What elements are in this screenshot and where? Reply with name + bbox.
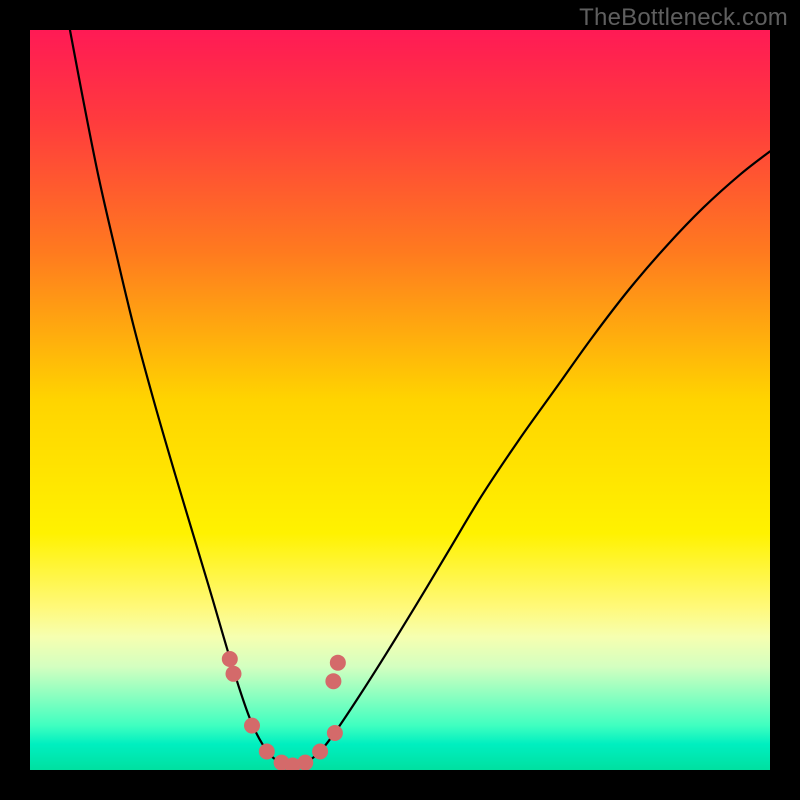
marker-8 xyxy=(327,725,343,741)
chart-frame: TheBottleneck.com xyxy=(0,0,800,800)
marker-6 xyxy=(297,755,313,770)
gradient-background xyxy=(30,30,770,770)
marker-10 xyxy=(330,655,346,671)
watermark-label: TheBottleneck.com xyxy=(579,4,788,32)
marker-1 xyxy=(226,666,242,682)
marker-0 xyxy=(222,651,238,667)
marker-9 xyxy=(325,673,341,689)
marker-7 xyxy=(312,744,328,760)
bottleneck-chart xyxy=(30,30,770,770)
marker-3 xyxy=(259,744,275,760)
marker-2 xyxy=(244,718,260,734)
